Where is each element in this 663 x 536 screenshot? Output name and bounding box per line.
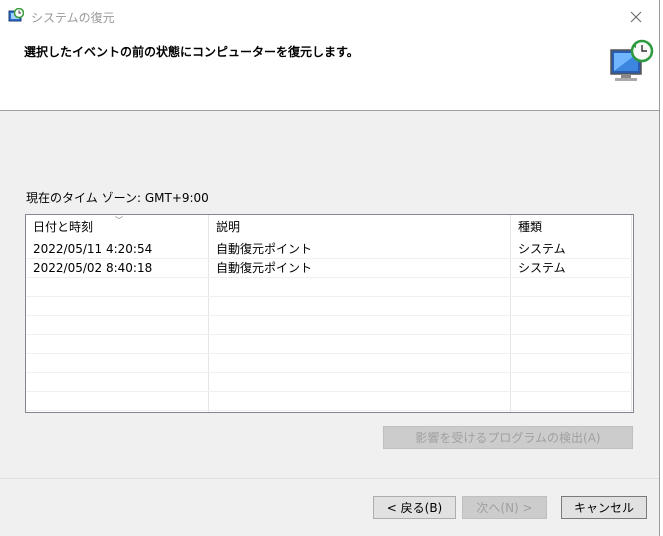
system-restore-dialog: システムの復元 選択したイベントの前の状態にコンピューターを復元します。 現在の… [0,0,660,536]
empty-row [26,335,633,354]
cell-description: 自動復元ポイント [216,242,313,256]
list-header: ﹀ 日付と時刻 説明 種類 [26,215,633,239]
header-instruction: 選択したイベントの前の状態にコンピューターを復元します。 [24,45,359,59]
back-button[interactable]: < 戻る(B) [373,496,456,519]
column-header-description[interactable]: 説明 [209,215,511,239]
column-header-type[interactable]: 種類 [511,215,633,239]
system-restore-icon [8,8,24,22]
title-bar[interactable]: システムの復元 [0,0,659,33]
empty-row [26,354,633,373]
next-button[interactable]: 次へ(N) > [462,496,547,519]
empty-row [26,278,633,297]
timezone-label: 現在のタイム ゾーン: GMT+9:00 [26,191,209,205]
empty-row [26,316,633,335]
column-header-date[interactable]: 日付と時刻 [26,215,209,239]
cell-type: システム [518,261,566,275]
footer-divider [0,478,659,479]
empty-row [26,373,633,392]
empty-row [26,297,633,316]
close-icon [630,11,642,22]
window-title: システムの復元 [31,11,115,25]
scan-affected-programs-button[interactable]: 影響を受けるプログラムの検出(A) [383,426,633,449]
header-panel: 選択したイベントの前の状態にコンピューターを復元します。 [0,33,659,111]
cancel-button[interactable]: キャンセル [561,496,647,519]
cell-date: 2022/05/02 8:40:18 [33,261,153,275]
restore-point-list[interactable]: ﹀ 日付と時刻 説明 種類 2022/05/11 4:20:54 自動復元ポイン… [25,214,634,413]
cell-date: 2022/05/11 4:20:54 [33,242,153,256]
monitor-clock-icon [610,39,654,81]
table-row[interactable]: 2022/05/11 4:20:54 自動復元ポイント システム [26,240,633,259]
cell-type: システム [518,242,566,256]
table-row[interactable]: 2022/05/02 8:40:18 自動復元ポイント システム [26,259,633,278]
close-button[interactable] [613,0,659,33]
empty-row [26,392,633,411]
cell-description: 自動復元ポイント [216,261,313,275]
